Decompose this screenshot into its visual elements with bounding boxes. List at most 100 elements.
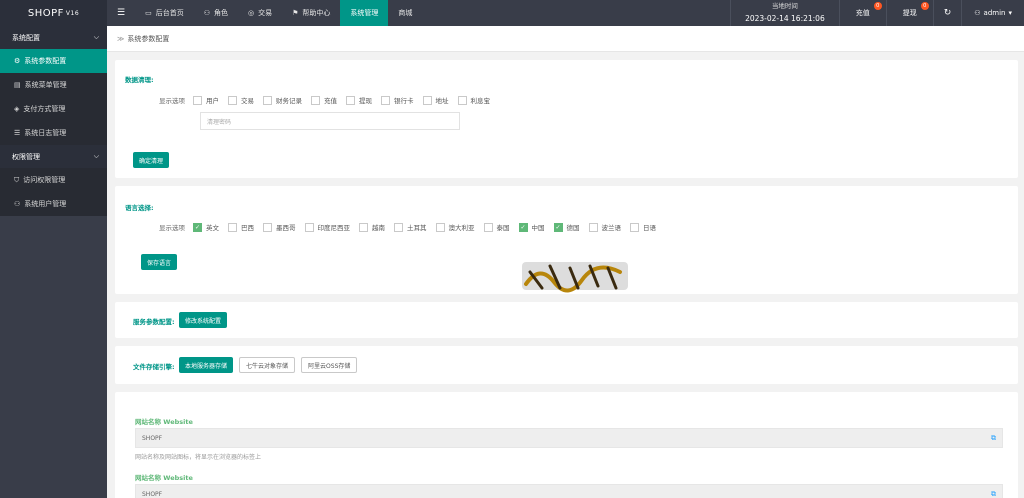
app-name: SHOPF (27, 7, 64, 19)
log-icon: ☰ (14, 129, 21, 137)
nav-role[interactable]: ⚇ 角色 (194, 0, 238, 26)
nav-system-label: 系统管理 (350, 9, 379, 17)
sidebar-item-system-log[interactable]: ☰ 系统日志管理 (0, 121, 107, 145)
checkbox-indonesia[interactable]: 印度尼西亚 (304, 222, 350, 232)
app-version: V16 (65, 9, 80, 17)
checkbox-box[interactable] (483, 222, 493, 232)
sidebar-item-system-params[interactable]: ⚙ 系统参数配置 (0, 49, 107, 73)
user-icon: ⚇ (14, 200, 21, 208)
copy-icon[interactable]: ⧉ (991, 490, 996, 498)
checkbox-china[interactable]: ✓ 中国 (518, 222, 545, 232)
recharge-button[interactable]: 充值 0 (838, 0, 886, 26)
checkbox-germany[interactable]: ✓ 德国 (553, 222, 580, 232)
data-clean-options: 显示选项 用户 交易 财务记录 充值 提现 银行卡 地址 利息宝 (159, 95, 499, 105)
checkbox-recharge[interactable]: 充值 (311, 95, 337, 105)
checkbox-vietnam[interactable]: 越南 (359, 222, 385, 232)
checkbox-trade[interactable]: 交易 (228, 95, 254, 105)
time-label: 当地时间 (771, 2, 798, 11)
checkbox-box[interactable] (435, 222, 445, 232)
checkbox-box[interactable] (263, 95, 272, 105)
checkbox-box[interactable] (193, 95, 202, 105)
sidebar-item-payment[interactable]: ◈ 支付方式管理 (0, 97, 107, 121)
copy-icon[interactable]: ⧉ (991, 434, 996, 443)
storage-legend: 文件存储引擎: (133, 363, 175, 371)
user-menu[interactable]: ⚇ admin ▾ (961, 0, 1024, 26)
sidebar-group-label: 权限管理 (12, 152, 40, 161)
checkbox-box[interactable]: ✓ (553, 222, 563, 232)
checkbox-label: 提现 (359, 97, 372, 105)
checkbox-box[interactable] (263, 222, 272, 232)
checkbox-finance[interactable]: 财务记录 (263, 95, 302, 105)
clean-password-input[interactable]: 清理密码 (200, 112, 460, 130)
checkbox-box[interactable] (311, 95, 320, 105)
checkbox-polish[interactable]: 波兰语 (588, 222, 622, 232)
sidebar-item-label: 访问权限管理 (23, 176, 66, 184)
top-nav: ☰ ▭ 后台首页 ⚇ 角色 ◎ 交易 ⚑ 帮助中心 系统管理 商城 (107, 0, 422, 26)
qiniu-storage-button[interactable]: 七牛云对象存储 (239, 357, 296, 373)
nav-mall[interactable]: 商城 (388, 0, 422, 26)
sidebar-group-permission[interactable]: 权限管理 ⌵ (0, 145, 107, 168)
sidebar-item-system-users[interactable]: ⚇ 系统用户管理 (0, 192, 107, 216)
checkbox-address[interactable]: 地址 (422, 95, 449, 105)
sidebar-item-system-menu[interactable]: ▤ 系统菜单管理 (0, 73, 107, 97)
checkbox-brazil[interactable]: 巴西 (228, 222, 254, 232)
site-name-input-2[interactable]: SHOPF ⧉ (135, 484, 1003, 498)
checkbox-withdraw[interactable]: 提现 (346, 95, 372, 105)
checkbox-box[interactable] (422, 95, 432, 105)
edit-system-config-button[interactable]: 修改系统配置 (179, 312, 228, 328)
site-name-input[interactable]: SHOPF ⧉ (135, 428, 1003, 448)
checkbox-box[interactable] (346, 95, 355, 105)
sidebar-item-access[interactable]: ⛉ 访问权限管理 (0, 168, 107, 192)
local-time: 当地时间 2023-02-14 16:21:06 (730, 0, 839, 26)
aliyun-oss-button[interactable]: 阿里云OSS存储 (301, 357, 358, 373)
service-config-card: 服务参数配置: 修改系统配置 (115, 302, 1018, 338)
user-icon: ⚇ (974, 9, 981, 17)
checkbox-english[interactable]: ✓ 英文 (193, 222, 219, 232)
monitor-icon: ▭ (145, 9, 152, 17)
checkbox-box[interactable] (359, 222, 368, 232)
checkbox-box[interactable]: ✓ (193, 222, 202, 232)
checkbox-box[interactable]: ✓ (518, 222, 528, 232)
checkbox-mexico[interactable]: 墨西哥 (263, 222, 296, 232)
withdraw-button[interactable]: 提现 0 (885, 0, 933, 26)
checkbox-interest[interactable]: 利息宝 (457, 95, 490, 105)
refresh-button[interactable]: ↻ (932, 0, 962, 26)
chevron-down-icon: ⌵ (93, 33, 99, 41)
sidebar-group-system-config[interactable]: 系统配置 ⌵ (0, 26, 107, 49)
confirm-clean-button[interactable]: 确定清理 (133, 152, 170, 168)
sidebar-item-label: 支付方式管理 (23, 105, 66, 113)
site-name-help: 网站名称及网站图标，将显示在浏览器的标签上 (135, 454, 262, 461)
nav-mall-label: 商城 (398, 9, 413, 17)
menu-toggle-icon[interactable]: ☰ (107, 0, 135, 26)
nav-trade[interactable]: ◎ 交易 (238, 0, 282, 26)
checkbox-user[interactable]: 用户 (193, 95, 219, 105)
nav-home[interactable]: ▭ 后台首页 (135, 0, 194, 26)
checkbox-label: 财务记录 (276, 97, 302, 105)
checkbox-box[interactable] (228, 222, 237, 232)
checkbox-australia[interactable]: 澳大利亚 (435, 222, 475, 232)
save-language-button[interactable]: 保存语言 (141, 254, 178, 270)
checkbox-box[interactable] (588, 222, 598, 232)
nav-system[interactable]: 系统管理 (340, 0, 389, 26)
checkbox-japanese[interactable]: 日语 (630, 222, 656, 232)
checkbox-label: 波兰语 (601, 224, 622, 232)
app-logo[interactable]: SHOPF V16 (0, 0, 107, 26)
sidebar-item-label: 系统日志管理 (24, 129, 67, 137)
sidebar-item-label: 系统参数配置 (24, 57, 67, 65)
checkbox-box[interactable] (630, 222, 639, 232)
checkbox-box[interactable] (304, 222, 314, 232)
checkbox-label: 充值 (324, 97, 337, 105)
chevron-down-icon: ⌵ (93, 152, 99, 160)
checkbox-box[interactable] (381, 95, 390, 105)
checkbox-box[interactable] (457, 95, 467, 105)
checkbox-label: 墨西哥 (276, 224, 296, 232)
chevron-down-icon: ▾ (1008, 9, 1012, 17)
nav-help[interactable]: ⚑ 帮助中心 (282, 0, 340, 26)
checkbox-turkey[interactable]: 土耳其 (394, 222, 427, 232)
local-storage-button[interactable]: 本地服务器存储 (179, 357, 234, 373)
checkbox-box[interactable] (394, 222, 403, 232)
checkbox-thailand[interactable]: 泰国 (483, 222, 510, 232)
checkbox-bankcard[interactable]: 银行卡 (381, 95, 414, 105)
site-name-value: SHOPF (142, 434, 163, 442)
checkbox-box[interactable] (228, 95, 237, 105)
